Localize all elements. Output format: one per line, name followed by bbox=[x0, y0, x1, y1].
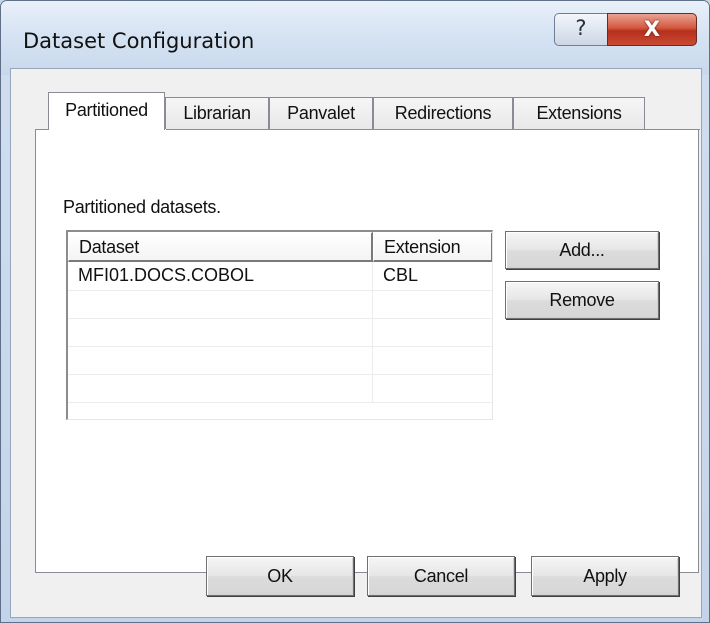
dataset-cell bbox=[68, 374, 373, 402]
title-bar[interactable]: Dataset Configuration ? X bbox=[1, 1, 709, 75]
table-row[interactable]: MFI01.DOCS.COBOL CBL bbox=[68, 262, 492, 291]
tab-extensions[interactable]: Extensions bbox=[513, 97, 645, 129]
dataset-cell bbox=[68, 346, 373, 374]
table-row[interactable] bbox=[68, 290, 492, 319]
extension-cell bbox=[373, 318, 492, 346]
remove-button[interactable]: Remove bbox=[505, 281, 659, 319]
close-icon: X bbox=[643, 17, 661, 41]
table-row[interactable] bbox=[68, 346, 492, 375]
tab-panvalet[interactable]: Panvalet bbox=[269, 97, 373, 129]
extension-cell bbox=[373, 374, 492, 402]
dataset-cell bbox=[68, 318, 373, 346]
dataset-cell: MFI01.DOCS.COBOL bbox=[68, 262, 373, 290]
dataset-cell bbox=[68, 290, 373, 318]
extension-cell bbox=[373, 290, 492, 318]
partitioned-datasets-list[interactable]: Dataset Extension MFI01.DOCS.COBOL CBL bbox=[66, 230, 493, 420]
column-header-extension[interactable]: Extension bbox=[373, 232, 492, 262]
ok-button[interactable]: OK bbox=[206, 556, 354, 596]
add-button[interactable]: Add... bbox=[505, 231, 659, 269]
help-icon: ? bbox=[575, 16, 587, 40]
section-label: Partitioned datasets. bbox=[63, 197, 221, 217]
help-button[interactable]: ? bbox=[554, 13, 608, 46]
list-header: Dataset Extension bbox=[68, 232, 492, 262]
extension-cell: CBL bbox=[373, 262, 492, 290]
dialog-client-area: Partitioned Librarian Panvalet Redirecti… bbox=[10, 68, 702, 618]
dialog-title: Dataset Configuration bbox=[23, 29, 255, 53]
tab-partitioned[interactable]: Partitioned bbox=[48, 92, 165, 130]
extension-cell bbox=[373, 346, 492, 374]
tab-panel-border bbox=[166, 129, 700, 130]
cancel-button[interactable]: Cancel bbox=[367, 556, 515, 596]
dataset-configuration-dialog: Dataset Configuration ? X Partitioned Li… bbox=[0, 0, 710, 623]
column-header-dataset[interactable]: Dataset bbox=[68, 232, 373, 262]
tab-redirections[interactable]: Redirections bbox=[373, 97, 513, 129]
close-button[interactable]: X bbox=[607, 13, 697, 46]
apply-button[interactable]: Apply bbox=[531, 556, 679, 596]
table-row[interactable] bbox=[68, 318, 492, 347]
table-row[interactable] bbox=[68, 374, 492, 403]
tab-librarian[interactable]: Librarian bbox=[165, 97, 269, 129]
